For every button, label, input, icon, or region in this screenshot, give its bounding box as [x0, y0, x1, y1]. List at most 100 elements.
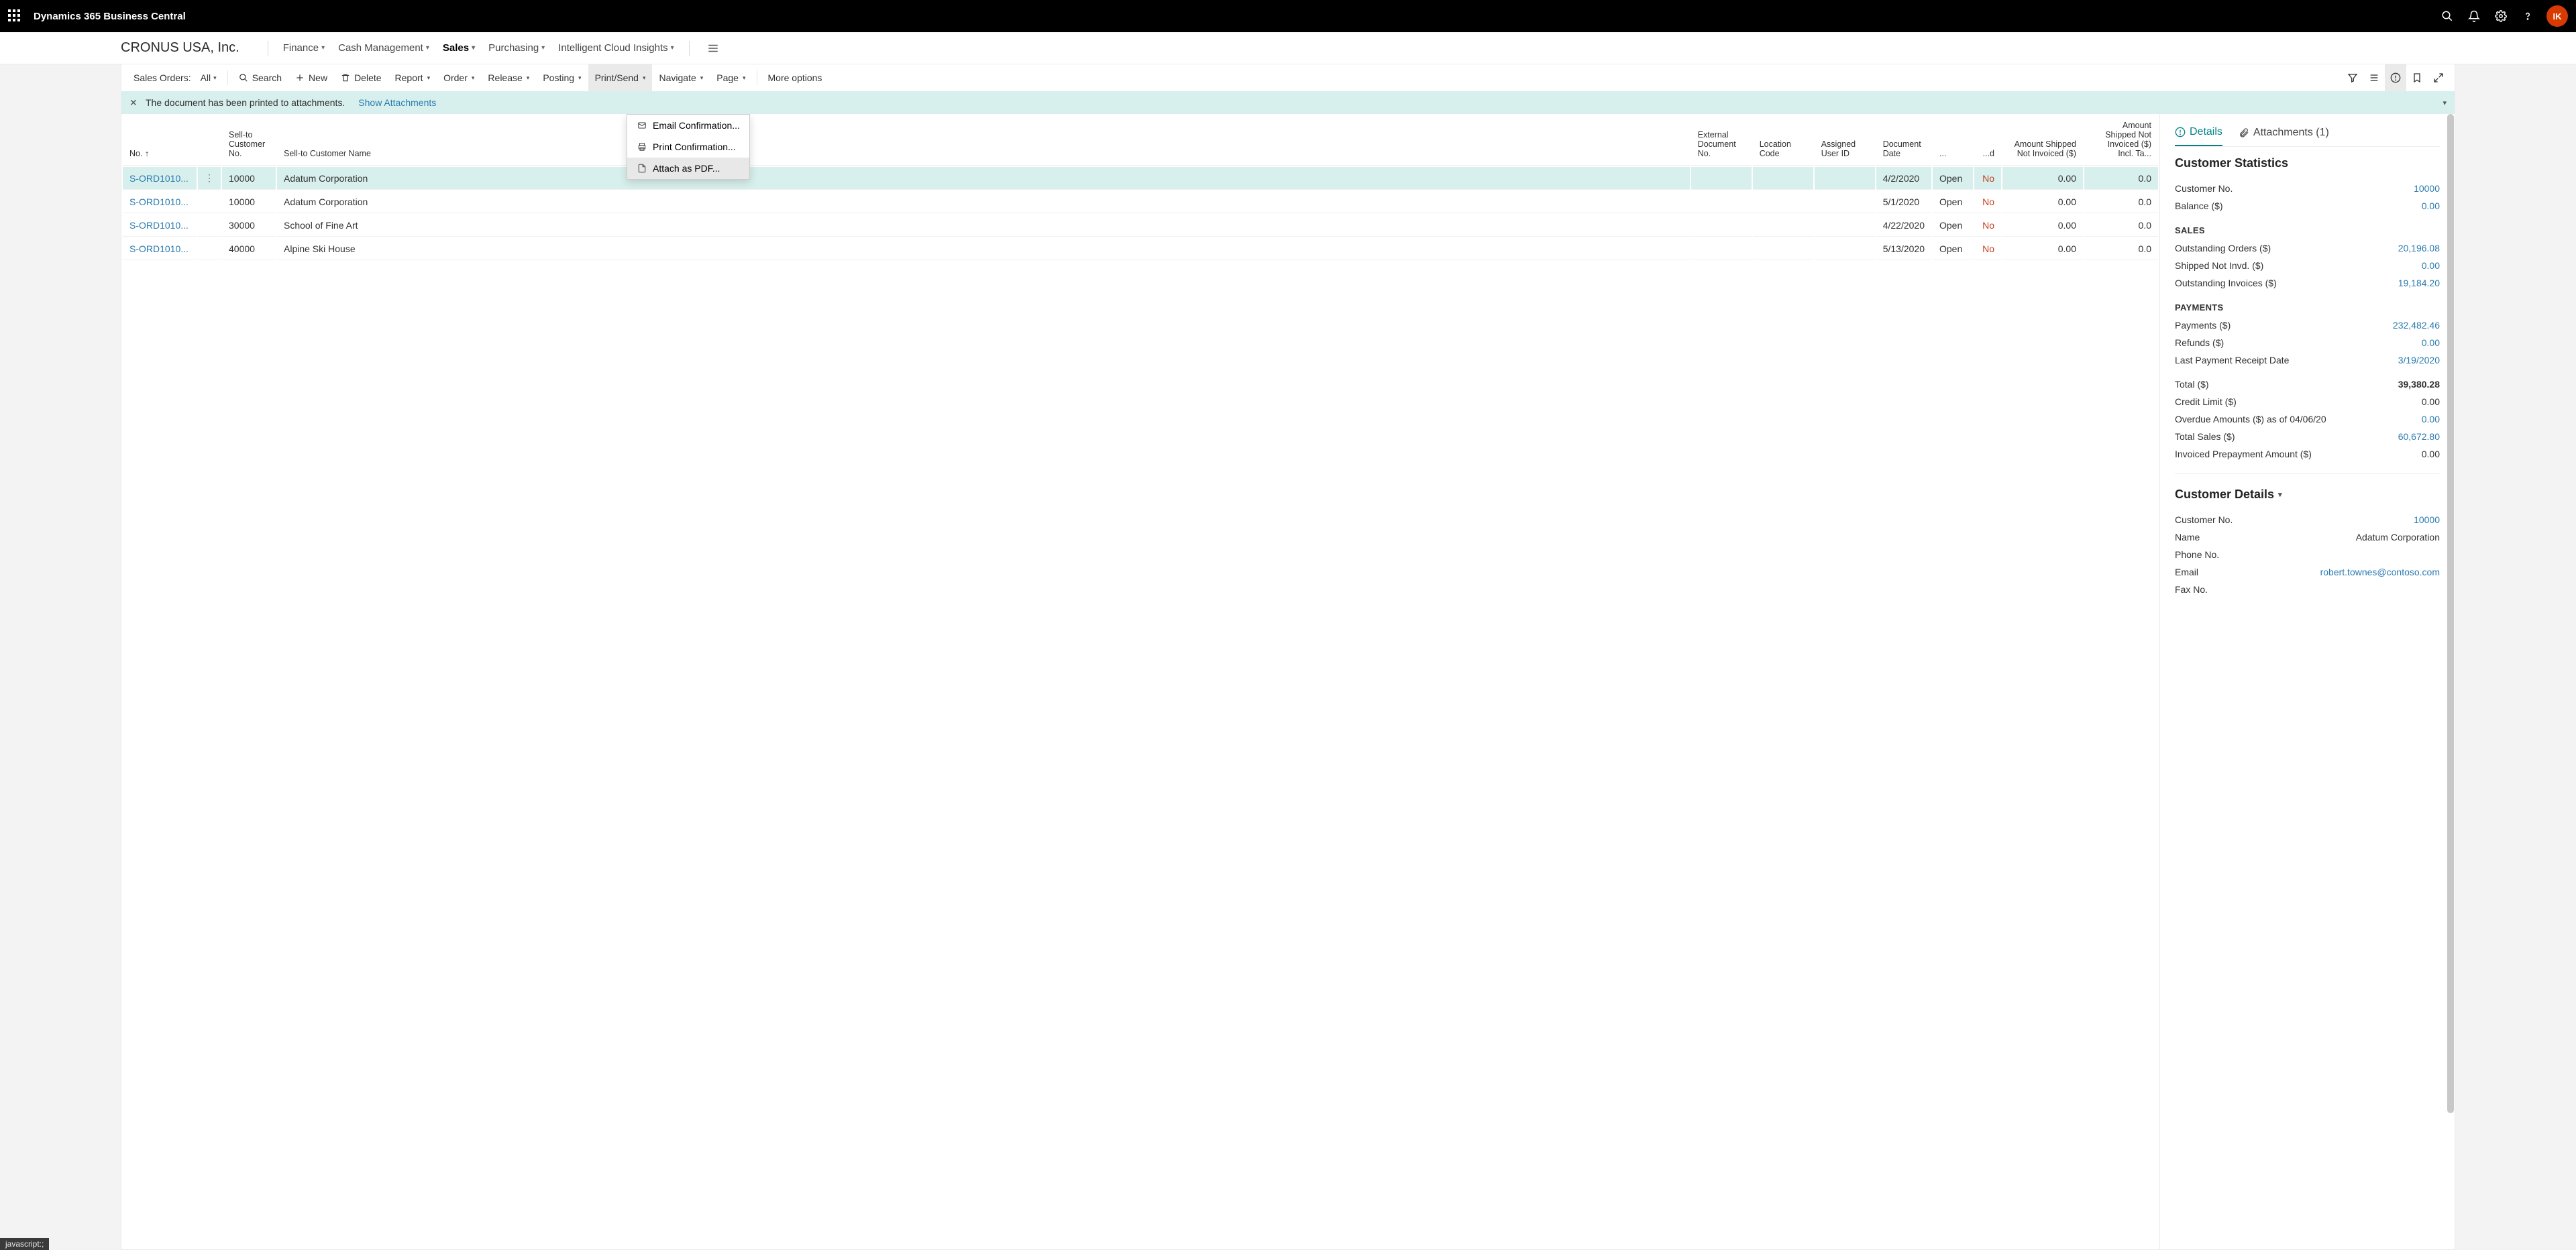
- close-icon[interactable]: ✕: [129, 97, 146, 109]
- row-menu-icon[interactable]: [198, 215, 221, 237]
- table-row[interactable]: S-ORD1010...⋮10000Adatum Corporation4/2/…: [123, 167, 2158, 190]
- cd-name-value: Adatum Corporation: [2356, 532, 2440, 543]
- expand-icon[interactable]: [2428, 64, 2449, 91]
- scrollbar-thumb[interactable]: [2447, 114, 2454, 1113]
- nav-separator: [689, 41, 690, 56]
- menu-print-confirmation[interactable]: Print Confirmation...: [627, 136, 749, 158]
- order-no-link[interactable]: S-ORD1010...: [129, 196, 189, 207]
- customer-no-link[interactable]: 10000: [2414, 183, 2440, 194]
- separator: [227, 70, 228, 85]
- total-value: 39,380.28: [2398, 379, 2440, 390]
- balance-link[interactable]: 0.00: [2422, 201, 2440, 211]
- nav-more-icon[interactable]: [707, 42, 719, 54]
- payments-link[interactable]: 232,482.46: [2393, 320, 2440, 331]
- global-topbar: Dynamics 365 Business Central IK: [0, 0, 2576, 32]
- cell-amt-shipped: 0.00: [2002, 191, 2083, 213]
- company-name[interactable]: CRONUS USA, Inc.: [121, 40, 239, 56]
- cell-cust-no: 40000: [222, 238, 276, 260]
- nav-purchasing[interactable]: Purchasing▾: [482, 42, 551, 54]
- attach-pdf-icon: [637, 164, 647, 173]
- more-options-button[interactable]: More options: [761, 64, 829, 91]
- nav-sales[interactable]: Sales▾: [436, 42, 482, 54]
- user-avatar[interactable]: IK: [2546, 5, 2568, 27]
- filter-pane-icon[interactable]: [2342, 64, 2363, 91]
- col-user[interactable]: Assigned User ID: [1815, 115, 1875, 166]
- col-status[interactable]: ...: [1933, 115, 1973, 166]
- page-button[interactable]: Page▾: [710, 64, 752, 91]
- col-amt-shipped-incl[interactable]: Amount Shipped Not Invoiced ($) Incl. Ta…: [2084, 115, 2158, 166]
- tab-details[interactable]: Details: [2175, 126, 2222, 146]
- delete-button[interactable]: Delete: [334, 64, 388, 91]
- payments-group-heading: PAYMENTS: [2175, 302, 2440, 312]
- search-button[interactable]: Search: [232, 64, 288, 91]
- table-row[interactable]: S-ORD1010...30000School of Fine Art4/22/…: [123, 215, 2158, 237]
- last-payment-date-link[interactable]: 3/19/2020: [2398, 355, 2440, 365]
- cd-customer-no-link[interactable]: 10000: [2414, 514, 2440, 525]
- view-filter[interactable]: All▾: [194, 72, 223, 83]
- bookmark-icon[interactable]: [2406, 64, 2428, 91]
- grid-wrapper: No. ↑ Sell-to Customer No. Sell-to Custo…: [121, 114, 2159, 1249]
- print-send-button[interactable]: Print/Send▾: [588, 64, 653, 91]
- shipped-not-invd-link[interactable]: 0.00: [2422, 260, 2440, 271]
- tab-attachments[interactable]: Attachments (1): [2239, 126, 2329, 146]
- show-attachments-link[interactable]: Show Attachments: [358, 97, 436, 108]
- cell-cust-name: School of Fine Art: [277, 215, 1690, 237]
- customer-details-heading[interactable]: Customer Details▾: [2175, 488, 2440, 502]
- col-sell-to-no[interactable]: Sell-to Customer No.: [222, 115, 276, 166]
- cell-amt-shipped: 0.00: [2002, 167, 2083, 190]
- notifications-icon[interactable]: [2461, 0, 2487, 32]
- overdue-link[interactable]: 0.00: [2422, 414, 2440, 424]
- search-icon[interactable]: [2434, 0, 2461, 32]
- col-amt-shipped[interactable]: Amount Shipped Not Invoiced ($): [2002, 115, 2083, 166]
- total-sales-link[interactable]: 60,672.80: [2398, 431, 2440, 442]
- new-button[interactable]: New: [288, 64, 334, 91]
- menu-email-confirmation[interactable]: Email Confirmation...: [627, 115, 749, 136]
- nav-cash-management[interactable]: Cash Management▾: [331, 42, 436, 54]
- factbox-pane: Details Attachments (1) Customer Statist…: [2159, 114, 2455, 1249]
- order-no-link[interactable]: S-ORD1010...: [129, 243, 189, 254]
- cell-status: Open: [1933, 191, 1973, 213]
- menu-attach-pdf[interactable]: Attach as PDF...: [627, 158, 749, 179]
- posting-button[interactable]: Posting▾: [536, 64, 588, 91]
- col-doc-date[interactable]: Document Date: [1876, 115, 1931, 166]
- list-view-icon[interactable]: [2363, 64, 2385, 91]
- col-sell-to-name[interactable]: Sell-to Customer Name: [277, 115, 1690, 166]
- order-button[interactable]: Order▾: [437, 64, 481, 91]
- notification-message: The document has been printed to attachm…: [146, 97, 345, 108]
- outstanding-orders-link[interactable]: 20,196.08: [2398, 243, 2440, 253]
- col-no[interactable]: No. ↑: [123, 115, 197, 166]
- help-icon[interactable]: [2514, 0, 2541, 32]
- content-area: No. ↑ Sell-to Customer No. Sell-to Custo…: [121, 114, 2455, 1250]
- col-completely[interactable]: ...d: [1974, 115, 2001, 166]
- customer-statistics-heading: Customer Statistics: [2175, 156, 2440, 170]
- outstanding-invoices-link[interactable]: 19,184.20: [2398, 278, 2440, 288]
- release-button[interactable]: Release▾: [481, 64, 536, 91]
- table-row[interactable]: S-ORD1010...10000Adatum Corporation5/1/2…: [123, 191, 2158, 213]
- col-ext-doc[interactable]: External Document No.: [1691, 115, 1752, 166]
- cell-completely: No: [1974, 167, 2001, 190]
- cell-amt-shipped-incl: 0.0: [2084, 191, 2158, 213]
- chevron-down-icon: ▾: [527, 74, 530, 82]
- table-row[interactable]: S-ORD1010...40000Alpine Ski House5/13/20…: [123, 238, 2158, 260]
- order-no-link[interactable]: S-ORD1010...: [129, 220, 189, 231]
- cd-email-link[interactable]: robert.townes@contoso.com: [2320, 567, 2440, 577]
- settings-icon[interactable]: [2487, 0, 2514, 32]
- row-menu-icon[interactable]: [198, 191, 221, 213]
- nav-cloud-insights[interactable]: Intelligent Cloud Insights▾: [551, 42, 680, 54]
- app-launcher-icon[interactable]: [8, 9, 21, 23]
- nav-finance[interactable]: Finance▾: [276, 42, 331, 54]
- row-menu-icon[interactable]: [198, 238, 221, 260]
- factbox-toggle-icon[interactable]: [2385, 64, 2406, 91]
- chevron-down-icon: ▾: [578, 74, 582, 82]
- chevron-down-icon: ▾: [427, 74, 431, 82]
- refunds-link[interactable]: 0.00: [2422, 337, 2440, 348]
- navigate-button[interactable]: Navigate▾: [652, 64, 710, 91]
- notification-bar: ✕ The document has been printed to attac…: [121, 91, 2455, 114]
- col-location[interactable]: Location Code: [1753, 115, 1813, 166]
- order-no-link[interactable]: S-ORD1010...: [129, 173, 189, 184]
- cell-status: Open: [1933, 215, 1973, 237]
- chevron-down-icon: ▾: [743, 74, 746, 82]
- row-menu-icon[interactable]: ⋮: [198, 167, 221, 190]
- report-button[interactable]: Report▾: [388, 64, 437, 91]
- chevron-down-icon[interactable]: ▾: [2443, 99, 2447, 107]
